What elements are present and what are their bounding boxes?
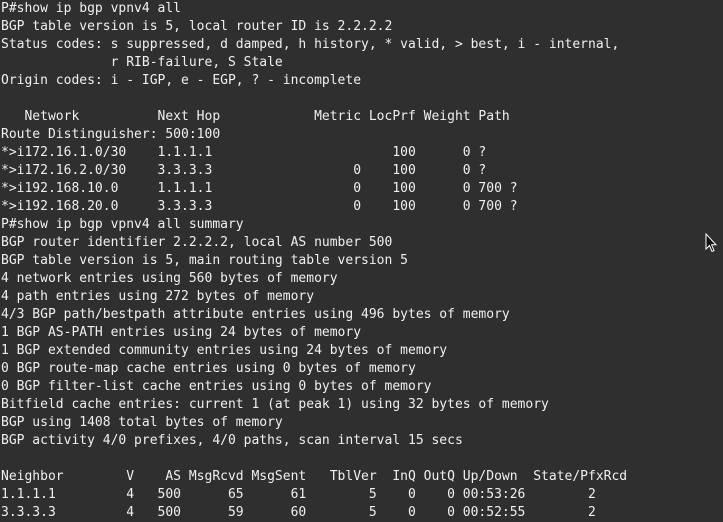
terminal-line: r RIB-failure, S Stale	[1, 55, 283, 70]
terminal-line: 1 BGP AS-PATH entries using 24 bytes of …	[1, 325, 362, 340]
terminal-line: P#show ip bgp vpnv4 all summary	[1, 217, 244, 232]
bgp-route-row: *>i192.168.10.0 1.1.1.1 0 100 0 700 ?	[1, 181, 518, 196]
neighbor-table-header: Neighbor V AS MsgRcvd MsgSent TblVer InQ…	[1, 469, 628, 484]
neighbor-row: 1.1.1.1 4 500 65 61 5 0 0 00:53:26 2	[1, 487, 596, 502]
bgp-route-row: *>i172.16.1.0/30 1.1.1.1 100 0 ?	[1, 145, 487, 160]
terminal-line: 4 path entries using 272 bytes of memory	[1, 289, 315, 304]
mouse-pointer-icon	[705, 233, 717, 253]
terminal-line: 4 network entries using 560 bytes of mem…	[1, 271, 338, 286]
terminal-line: BGP router identifier 2.2.2.2, local AS …	[1, 235, 393, 250]
terminal-line: BGP activity 4/0 prefixes, 4/0 paths, sc…	[1, 433, 463, 448]
terminal-line: BGP using 1408 total bytes of memory	[1, 415, 283, 430]
bgp-table-header: Network Next Hop Metric LocPrf Weight Pa…	[1, 109, 510, 124]
terminal-line: BGP table version is 5, main routing tab…	[1, 253, 408, 268]
terminal-window[interactable]: P#show ip bgp vpnv4 all BGP table versio…	[0, 0, 723, 522]
terminal-line: 4/3 BGP path/bestpath attribute entries …	[1, 307, 510, 322]
bgp-route-row: *>i172.16.2.0/30 3.3.3.3 0 100 0 ?	[1, 163, 487, 178]
terminal-line: Route Distinguisher: 500:100	[1, 127, 221, 142]
bgp-route-row: *>i192.168.20.0 3.3.3.3 0 100 0 700 ?	[1, 199, 518, 214]
terminal-line: 0 BGP filter-list cache entries using 0 …	[1, 379, 432, 394]
terminal-line: P#show ip bgp vpnv4 all	[1, 1, 182, 16]
terminal-line: BGP table version is 5, local router ID …	[1, 19, 393, 34]
terminal-line: 1 BGP extended community entries using 2…	[1, 343, 448, 358]
terminal-line: 0 BGP route-map cache entries using 0 by…	[1, 361, 416, 376]
terminal-line: Origin codes: i - IGP, e - EGP, ? - inco…	[1, 73, 362, 88]
neighbor-row: 3.3.3.3 4 500 59 60 5 0 0 00:52:55 2	[1, 505, 596, 520]
terminal-line: Bitfield cache entries: current 1 (at pe…	[1, 397, 549, 412]
terminal-line: Status codes: s suppressed, d damped, h …	[1, 37, 620, 52]
